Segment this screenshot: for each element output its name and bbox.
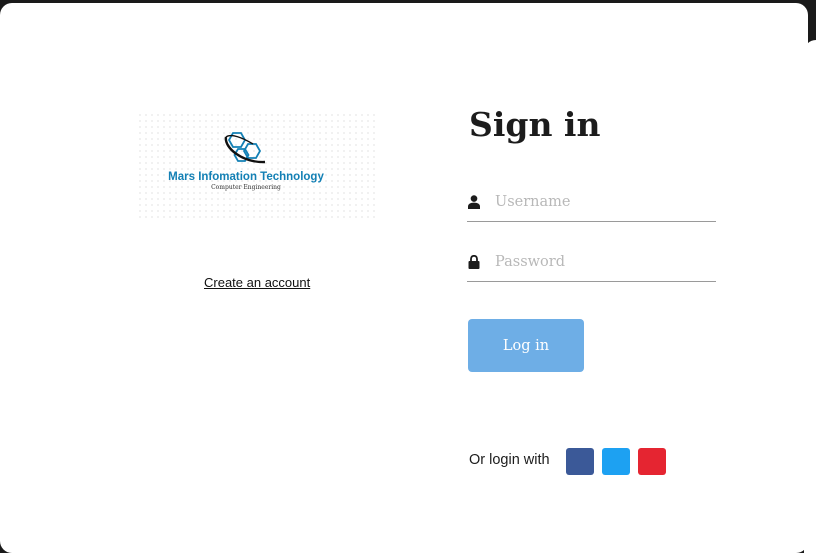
password-input[interactable] <box>495 249 710 275</box>
create-account-link[interactable]: Create an account <box>204 275 310 290</box>
twitter-login-button[interactable] <box>602 448 630 475</box>
google-plus-login-button[interactable] <box>638 448 666 475</box>
login-card: Mars Infomation Technology Computer Engi… <box>0 3 808 553</box>
login-button[interactable]: Log in <box>468 319 584 372</box>
logo-title: Mars Infomation Technology <box>168 171 324 183</box>
card-edge <box>804 40 816 553</box>
company-logo: Mars Infomation Technology Computer Engi… <box>137 112 377 222</box>
username-field <box>467 185 716 222</box>
username-input[interactable] <box>495 189 710 215</box>
logo-subtitle: Computer Engineering <box>211 184 281 191</box>
user-icon <box>468 195 480 209</box>
social-login-label: Or login with <box>469 452 550 468</box>
hexagon-logo-icon <box>224 132 266 164</box>
lock-icon <box>468 255 480 269</box>
facebook-login-button[interactable] <box>566 448 594 475</box>
password-field <box>467 245 716 282</box>
page-title: Sign in <box>469 105 601 144</box>
